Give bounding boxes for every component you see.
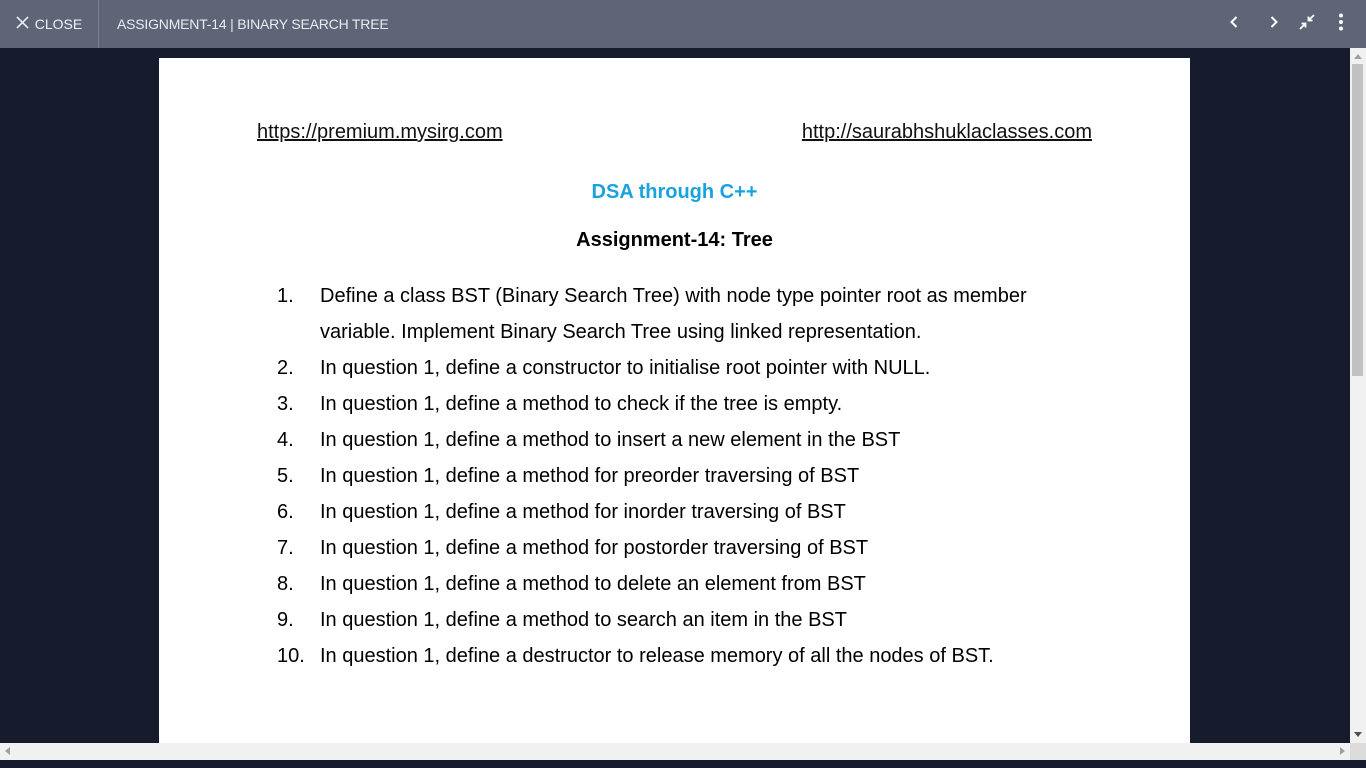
- item-number: 5.: [277, 465, 294, 487]
- item-number: 1.: [277, 285, 294, 307]
- scroll-up-arrow-icon[interactable]: [1354, 54, 1362, 59]
- list-item: 8. In question 1, define a method to dele…: [277, 566, 1077, 602]
- exit-fullscreen-button[interactable]: [1295, 12, 1319, 36]
- item-text: In question 1, define a method to insert…: [320, 429, 901, 451]
- scroll-left-arrow-icon[interactable]: [5, 747, 10, 755]
- item-number: 10.: [277, 645, 305, 667]
- item-number: 2.: [277, 357, 294, 379]
- scroll-down-arrow-icon[interactable]: [1354, 732, 1362, 737]
- list-item: 2. In question 1, define a constructor to…: [277, 350, 1077, 386]
- bottom-strip: [0, 760, 1366, 768]
- item-text: In question 1, define a method to check …: [320, 393, 843, 415]
- chevron-right-icon: [1264, 12, 1284, 37]
- item-number: 3.: [277, 393, 294, 415]
- list-item: 3. In question 1, define a method to chec…: [277, 386, 1077, 422]
- document-title: ASSIGNMENT-14 | BINARY SEARCH TREE: [117, 16, 389, 32]
- document-page: https://premium.mysirg.com http://saurab…: [159, 58, 1190, 748]
- list-item: 9. In question 1, define a method to sear…: [277, 602, 1077, 638]
- exit-fullscreen-icon: [1297, 12, 1317, 37]
- document-viewer: https://premium.mysirg.com http://saurab…: [0, 48, 1366, 760]
- previous-button[interactable]: [1222, 12, 1246, 36]
- classes-link[interactable]: http://saurabhshuklaclasses.com: [802, 121, 1092, 144]
- item-text: In question 1, define a constructor to i…: [320, 357, 931, 379]
- list-item: 6. In question 1, define a method for ino…: [277, 494, 1077, 530]
- premium-link[interactable]: https://premium.mysirg.com: [257, 121, 503, 144]
- list-item: 4. In question 1, define a method to inse…: [277, 422, 1077, 458]
- item-number: 4.: [277, 429, 294, 451]
- horizontal-scrollbar[interactable]: [0, 743, 1350, 760]
- item-number: 9.: [277, 609, 294, 631]
- vertical-scroll-thumb[interactable]: [1352, 64, 1363, 376]
- item-text: In question 1, define a method for preor…: [320, 465, 860, 487]
- chevron-left-icon: [1224, 12, 1244, 37]
- viewer-toolbar: CLOSE ASSIGNMENT-14 | BINARY SEARCH TREE: [0, 0, 1366, 48]
- vertical-scrollbar[interactable]: [1350, 48, 1366, 743]
- item-text: In question 1, define a method to delete…: [320, 573, 866, 595]
- item-text: In question 1, define a method to search…: [320, 609, 847, 631]
- more-vertical-icon: [1331, 12, 1351, 37]
- next-button[interactable]: [1262, 12, 1286, 36]
- scroll-right-arrow-icon[interactable]: [1340, 747, 1345, 755]
- list-item: 7. In question 1, define a method for pos…: [277, 530, 1077, 566]
- close-label: CLOSE: [34, 16, 83, 32]
- item-number: 8.: [277, 573, 294, 595]
- item-text: Define a class BST (Binary Search Tree) …: [320, 285, 1027, 343]
- item-number: 6.: [277, 501, 294, 523]
- item-text: In question 1, define a destructor to re…: [320, 645, 994, 667]
- list-item: 5. In question 1, define a method for pre…: [277, 458, 1077, 494]
- list-item: 1. Define a class BST (Binary Search Tree…: [277, 278, 1077, 350]
- more-options-button[interactable]: [1329, 12, 1353, 36]
- close-icon: [16, 16, 29, 32]
- subject-title: DSA through C++: [591, 181, 758, 203]
- item-text: In question 1, define a method for posto…: [320, 537, 869, 559]
- scrollbar-corner: [1350, 743, 1366, 760]
- close-button[interactable]: CLOSE: [0, 0, 99, 48]
- assignment-heading: Assignment-14: Tree: [576, 229, 773, 251]
- list-item: 10. In question 1, define a destructor to…: [277, 638, 1077, 674]
- item-number: 7.: [277, 537, 294, 559]
- question-list: 1. Define a class BST (Binary Search Tree…: [277, 278, 1077, 674]
- item-text: In question 1, define a method for inord…: [320, 501, 846, 523]
